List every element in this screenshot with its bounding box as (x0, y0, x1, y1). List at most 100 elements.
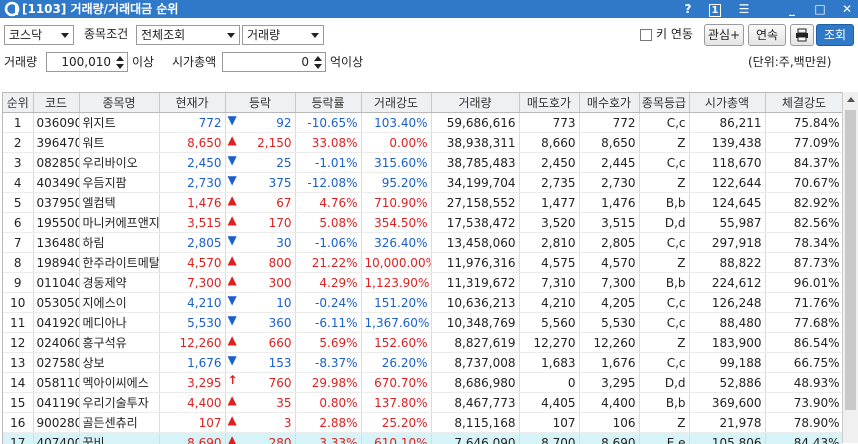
minimize-icon[interactable]: _ (783, 0, 801, 18)
table-row[interactable]: 5037950엘컴텍1,476▲674.76%710.90%27,158,552… (3, 193, 843, 213)
table-row[interactable]: 13027580상보1,676▼153-8.37%26.20%8,737,008… (3, 353, 843, 373)
name-cell: 상보 (79, 353, 159, 373)
column-header[interactable]: 매도호가 (519, 93, 579, 113)
table-row[interactable]: 10053050지에스이4,210▼10-0.24%151.20%10,636,… (3, 293, 843, 313)
decrement-icon[interactable] (314, 64, 322, 69)
table-row[interactable]: 15041190우리기술투자4,400▲350.80%137.80%8,467,… (3, 393, 843, 413)
up-triangle-icon: ▲ (228, 393, 237, 407)
condition-select[interactable]: 전체조회 (136, 25, 240, 45)
mcap-cell: 52,886 (689, 373, 765, 393)
bid-cell: 8,690 (579, 433, 639, 444)
change-cell: ▲800 (225, 253, 295, 273)
table-row[interactable]: 9011040경동제약7,300▲3004.29%1,123.90%11,319… (3, 273, 843, 293)
name-cell: 꿈비 (79, 433, 159, 444)
down-triangle-icon: ▼ (228, 113, 237, 127)
column-header[interactable]: 체결강도 (765, 93, 843, 113)
table-row[interactable]: 2396470워트8,650▲2,15033.08%0.00%38,938,31… (3, 133, 843, 153)
grade-cell: B,b (639, 193, 689, 213)
key-link-checkbox[interactable] (640, 29, 652, 41)
vertical-scrollbar[interactable] (842, 92, 858, 443)
decrement-icon[interactable] (116, 64, 124, 69)
rate-cell: 4.76% (295, 193, 361, 213)
maximize-icon[interactable]: □ (811, 0, 829, 18)
grade-cell: Z (639, 333, 689, 353)
grade-cell: D,d (639, 213, 689, 233)
ask-cell: 8,660 (519, 133, 579, 153)
table-row[interactable]: 3082850우리바이오2,450▼25-1.01%315.60%38,785,… (3, 153, 843, 173)
ask-cell: 8,700 (519, 433, 579, 444)
column-header[interactable]: 종목명 (79, 93, 159, 113)
mcap-cell: 369,600 (689, 393, 765, 413)
chevron-down-icon (311, 33, 319, 38)
up-triangle-icon: ▲ (228, 413, 237, 427)
table-row[interactable]: 14058110멕아이씨에스3,295↑76029.98%670.70%8,68… (3, 373, 843, 393)
strength-cell: 84.43% (765, 433, 843, 444)
grade-cell: E,e (639, 433, 689, 444)
volume-stepper[interactable]: 100,010 (46, 52, 128, 72)
strength-cell: 75.84% (765, 113, 843, 133)
volume-cell: 27,158,552 (431, 193, 519, 213)
ask-cell: 2,810 (519, 233, 579, 253)
rank-cell: 4 (3, 173, 33, 193)
scroll-up-icon[interactable] (847, 97, 855, 102)
name-cell: 우리기술투자 (79, 393, 159, 413)
increment-icon[interactable] (314, 56, 322, 61)
name-cell: 지에스이 (79, 293, 159, 313)
strength-cell: 77.09% (765, 133, 843, 153)
price-cell: 3,295 (159, 373, 225, 393)
print-button[interactable] (790, 24, 814, 46)
table-row[interactable]: 4403490우듬지팜2,730▼375-12.08%95.20%34,199,… (3, 173, 843, 193)
bid-cell: 12,260 (579, 333, 639, 353)
column-header[interactable]: 현재가 (159, 93, 225, 113)
change-value: 170 (269, 216, 292, 230)
table-row[interactable]: 12024060흥구석유12,260▲6605.69%152.60%8,827,… (3, 333, 843, 353)
column-header[interactable]: 거래강도 (361, 93, 431, 113)
bid-cell: 106 (579, 413, 639, 433)
menu-icon[interactable]: ☰ (735, 0, 753, 18)
sort-select[interactable]: 거래량 (242, 25, 324, 45)
mcap-cell: 224,612 (689, 273, 765, 293)
change-value: 30 (276, 236, 291, 250)
table-row[interactable]: 1036090위지트772▼92-10.65%103.40%59,686,616… (3, 113, 843, 133)
column-header[interactable]: 코드 (33, 93, 79, 113)
help-icon[interactable]: ? (680, 0, 696, 18)
column-header[interactable]: 시가총액 (689, 93, 765, 113)
ask-cell: 2,735 (519, 173, 579, 193)
column-header[interactable]: 순위 (3, 93, 33, 113)
price-cell: 5,530 (159, 313, 225, 333)
increment-icon[interactable] (116, 56, 124, 61)
down-triangle-icon: ▼ (228, 313, 237, 327)
change-value: 25 (276, 156, 291, 170)
table-row[interactable]: 7136480하림2,805▼30-1.06%326.40%13,458,060… (3, 233, 843, 253)
toolbar: 코스닥 종목조건 전체조회 거래량 키 연동 관심+ 연속 조회 거래량 100… (0, 18, 858, 92)
continue-button[interactable]: 연속 (748, 24, 786, 46)
bid-cell: 7,300 (579, 273, 639, 293)
grade-cell: B,b (639, 393, 689, 413)
close-icon[interactable]: ✕ (838, 0, 856, 18)
column-header[interactable]: 거래량 (431, 93, 519, 113)
column-header[interactable]: 등락률 (295, 93, 361, 113)
market-select[interactable]: 코스닥 (4, 25, 74, 45)
down-triangle-icon: ▼ (228, 293, 237, 307)
scrollbar-thumb[interactable] (845, 110, 856, 410)
table-row[interactable]: 16900280골든센츄리107▲32.88%25.20%8,115,16810… (3, 413, 843, 433)
rank-cell: 8 (3, 253, 33, 273)
column-header[interactable]: 종목등급 (639, 93, 689, 113)
table-row[interactable]: 8198940한주라이트메탈4,570▲80021.22%10,000.00%1… (3, 253, 843, 273)
mcap-label: 시가총액 (172, 52, 216, 72)
column-header[interactable]: 매수호가 (579, 93, 639, 113)
volume-cell: 8,115,168 (431, 413, 519, 433)
screen-one-icon[interactable]: 1 (707, 0, 723, 18)
code-cell: 403490 (33, 173, 79, 193)
table-row[interactable]: 11041920메디아나5,530▼360-6.11%1,367.60%10,3… (3, 313, 843, 333)
bid-cell: 4,400 (579, 393, 639, 413)
code-cell: 198940 (33, 253, 79, 273)
table-row[interactable]: 6195500마니커에프앤지3,515▲1705.08%354.50%17,53… (3, 213, 843, 233)
mcap-cell: 21,978 (689, 413, 765, 433)
interest-add-button[interactable]: 관심+ (704, 24, 744, 46)
search-button[interactable]: 조회 (816, 24, 854, 46)
mcap-stepper[interactable]: 0 (222, 52, 326, 72)
table-row[interactable]: 17407400꿈비8,690▲2803.33%610.10%7,646,090… (3, 433, 843, 444)
column-header[interactable]: 등락 (225, 93, 295, 113)
change-cell: ▲3 (225, 413, 295, 433)
